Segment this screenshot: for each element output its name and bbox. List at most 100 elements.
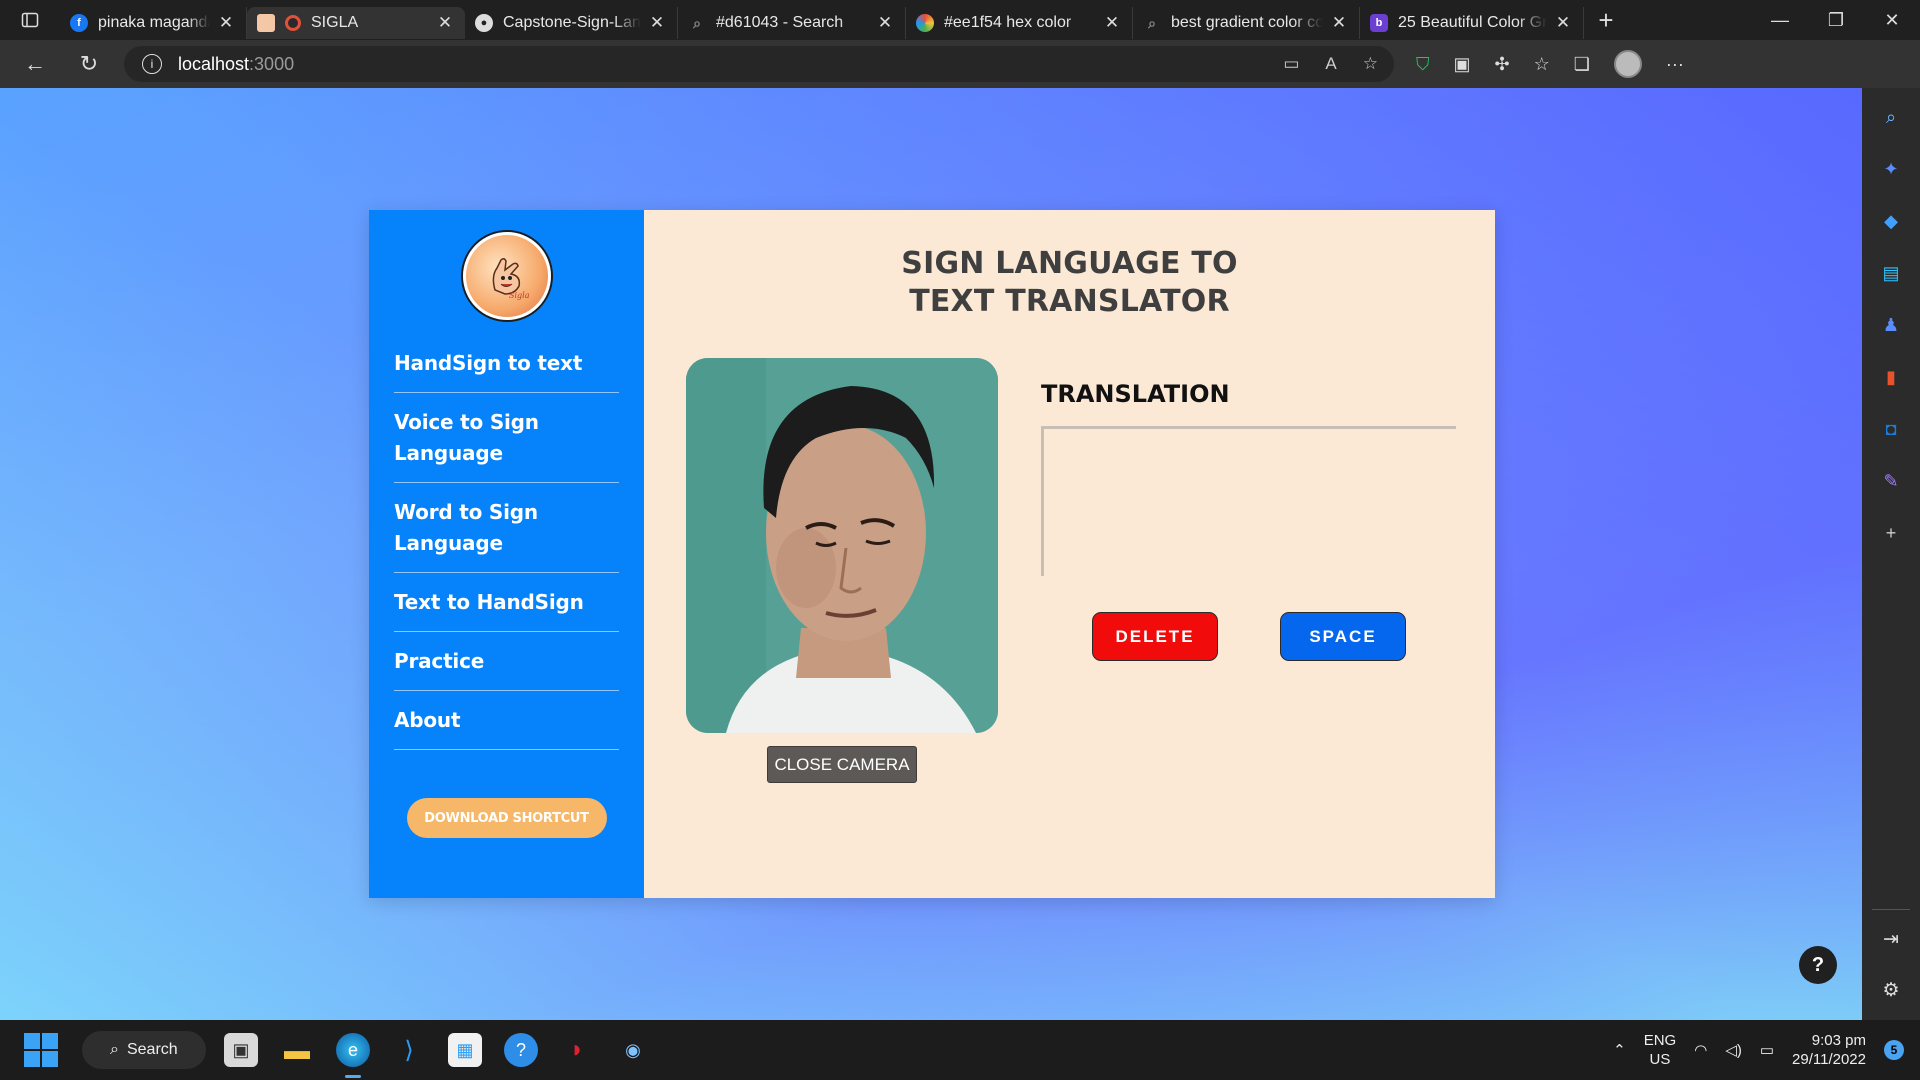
games-icon[interactable]: ♟ <box>1878 312 1904 338</box>
tab-title: pinaka maganda sa ba <box>98 14 210 31</box>
favorites-icon[interactable]: ☆ <box>1534 54 1550 75</box>
shield-extension-icon[interactable]: ⛉ <box>1416 54 1430 75</box>
more-menu-icon[interactable]: ··· <box>1666 54 1684 75</box>
close-camera-button[interactable]: CLOSE CAMERA <box>767 746 917 783</box>
tab-github[interactable]: ● Capstone-Sign-Langu ✕ <box>465 7 678 39</box>
translation-label: TRANSLATION <box>1041 380 1230 408</box>
close-icon[interactable]: ✕ <box>1329 13 1349 33</box>
add-favorite-icon[interactable]: ☆ <box>1363 54 1378 74</box>
tab-facebook[interactable]: f pinaka maganda sa ba ✕ <box>60 7 247 39</box>
taskbar-search-label: Search <box>126 1041 178 1058</box>
minimize-icon[interactable]: — <box>1752 0 1808 40</box>
windows-start-icon[interactable] <box>24 1033 58 1067</box>
download-shortcut-button[interactable]: DOWNLOAD SHORTCUT <box>406 798 607 838</box>
camera-person-image <box>686 358 998 733</box>
help-button[interactable]: ? <box>1799 946 1837 984</box>
back-icon[interactable]: ← <box>8 40 62 88</box>
file-explorer-icon[interactable]: ▬ <box>280 1033 314 1067</box>
sidebar-bottom-actions: ⇥ ⚙ <box>1862 928 1920 1002</box>
menu-item-handsign-to-text[interactable]: HandSign to text <box>394 344 619 393</box>
sidebar-menu: HandSign to text Voice to Sign Language … <box>394 344 619 750</box>
close-icon[interactable]: ✕ <box>1553 13 1573 33</box>
outlook-icon[interactable]: ◘ <box>1878 416 1904 442</box>
tab-hex-color[interactable]: #ee1f54 hex color ✕ <box>906 7 1133 39</box>
delete-button[interactable]: DELETE <box>1092 612 1218 661</box>
taskbar-search[interactable]: ⌕ Search <box>82 1031 206 1069</box>
puzzle-extensions-icon[interactable]: ✣ <box>1495 54 1510 75</box>
site-info-icon[interactable]: i <box>142 54 162 74</box>
tools-briefcase-icon[interactable]: ▤ <box>1878 260 1904 286</box>
shopping-tag-icon[interactable]: ◆ <box>1878 208 1904 234</box>
sidebar-divider <box>1872 909 1910 910</box>
browser-tab-strip: f pinaka maganda sa ba ✕ SIGLA ✕ ● Capst… <box>0 0 1920 40</box>
tab-title: best gradient color co <box>1171 14 1323 31</box>
tab-search-d61043[interactable]: ⌕ #d61043 - Search ✕ <box>678 7 906 39</box>
profile-avatar[interactable] <box>1613 50 1642 78</box>
windows-taskbar: ⌕ Search ▣ ▬ e ⟩ ▦ ? ◗ ◉ ⌃ ENG US ◠ ◁) ▭… <box>0 1020 1920 1080</box>
tab-title: 25 Beautiful Color Gra <box>1398 14 1547 31</box>
url-host: localhost <box>178 53 250 74</box>
drop-icon[interactable]: ✎ <box>1878 468 1904 494</box>
settings-gear-icon[interactable]: ⚙ <box>1882 979 1899 1002</box>
translator-panel: SIGN LANGUAGE TO TEXT TRANSLATOR CLOSE C… <box>644 210 1495 898</box>
edge-browser-icon[interactable]: e <box>336 1033 370 1078</box>
restore-icon[interactable]: ❐ <box>1808 0 1864 40</box>
tab-title: #ee1f54 hex color <box>944 14 1072 31</box>
tab-sigla[interactable]: SIGLA ✕ <box>247 7 465 39</box>
microsoft-store-icon[interactable]: ▦ <box>448 1033 482 1067</box>
menu-item-practice[interactable]: Practice <box>394 632 619 691</box>
search-icon: ⌕ <box>1148 14 1156 31</box>
space-button[interactable]: SPACE <box>1280 612 1406 661</box>
sigla-icon <box>257 14 275 32</box>
camera-permission-icon[interactable]: ▭ <box>1283 54 1299 74</box>
copilot-sparkle-icon[interactable]: ✦ <box>1878 156 1904 182</box>
volume-icon[interactable]: ◁) <box>1725 1041 1742 1059</box>
close-icon[interactable]: ✕ <box>216 13 236 33</box>
clock[interactable]: 9:03 pm 29/11/2022 <box>1792 1031 1866 1069</box>
menu-item-voice-to-sign[interactable]: Voice to Sign Language <box>394 393 619 483</box>
new-tab-button[interactable]: + <box>1584 5 1628 36</box>
search-icon[interactable]: ⌕ <box>1878 104 1904 130</box>
close-icon[interactable]: ✕ <box>1102 13 1122 33</box>
mcafee-icon[interactable]: ◗ <box>560 1033 594 1067</box>
chevron-up-icon[interactable]: ⌃ <box>1613 1041 1626 1059</box>
notification-badge[interactable]: 5 <box>1884 1040 1904 1060</box>
office-icon[interactable]: ▮ <box>1878 364 1904 390</box>
read-aloud-icon[interactable]: A <box>1325 54 1336 74</box>
tab-gradient-search[interactable]: ⌕ best gradient color co ✕ <box>1133 7 1360 39</box>
tab-actions-icon[interactable] <box>0 0 60 40</box>
page-title: SIGN LANGUAGE TO TEXT TRANSLATOR <box>901 246 1238 319</box>
close-icon[interactable]: ✕ <box>875 13 895 33</box>
tab-color-gradients[interactable]: b 25 Beautiful Color Gra ✕ <box>1360 7 1584 39</box>
tab-title: SIGLA <box>311 14 359 31</box>
refresh-icon[interactable]: ↻ <box>62 40 116 88</box>
color-wheel-icon <box>916 14 934 32</box>
add-sidebar-icon[interactable]: + <box>1878 520 1904 546</box>
close-icon[interactable]: ✕ <box>647 13 667 33</box>
get-help-icon[interactable]: ? <box>504 1033 538 1067</box>
camera-app-icon[interactable]: ◉ <box>616 1033 650 1067</box>
camera-feed <box>686 358 998 733</box>
wifi-icon[interactable]: ◠ <box>1694 1041 1707 1059</box>
hide-sidebar-icon[interactable]: ⇥ <box>1883 928 1899 951</box>
translation-output[interactable] <box>1041 426 1456 576</box>
task-view-icon[interactable]: ▣ <box>224 1033 258 1067</box>
collections-icon[interactable]: ❏ <box>1574 54 1590 75</box>
extension-icon[interactable]: ▣ <box>1454 54 1471 75</box>
address-bar[interactable]: i localhost :3000 ▭ A ☆ <box>124 46 1394 82</box>
svg-text:Sigla: Sigla <box>509 291 530 300</box>
menu-item-about[interactable]: About <box>394 691 619 750</box>
recording-icon <box>285 15 301 31</box>
close-icon[interactable]: ✕ <box>435 13 455 33</box>
language-code: ENG <box>1643 1032 1677 1049</box>
taskbar-apps: ▣ ▬ e ⟩ ▦ ? ◗ ◉ <box>224 1033 650 1078</box>
language-indicator[interactable]: ENG US <box>1644 1031 1677 1069</box>
battery-icon[interactable]: ▭ <box>1760 1041 1774 1059</box>
menu-item-word-to-sign[interactable]: Word to Sign Language <box>394 483 619 573</box>
window-close-icon[interactable]: ✕ <box>1864 0 1920 40</box>
vscode-icon[interactable]: ⟩ <box>392 1033 426 1067</box>
clock-time: 9:03 pm <box>1811 1032 1866 1049</box>
app-container: Sigla HandSign to text Voice to Sign Lan… <box>369 210 1495 898</box>
region-code: US <box>1649 1051 1671 1068</box>
menu-item-text-to-handsign[interactable]: Text to HandSign <box>394 573 619 632</box>
